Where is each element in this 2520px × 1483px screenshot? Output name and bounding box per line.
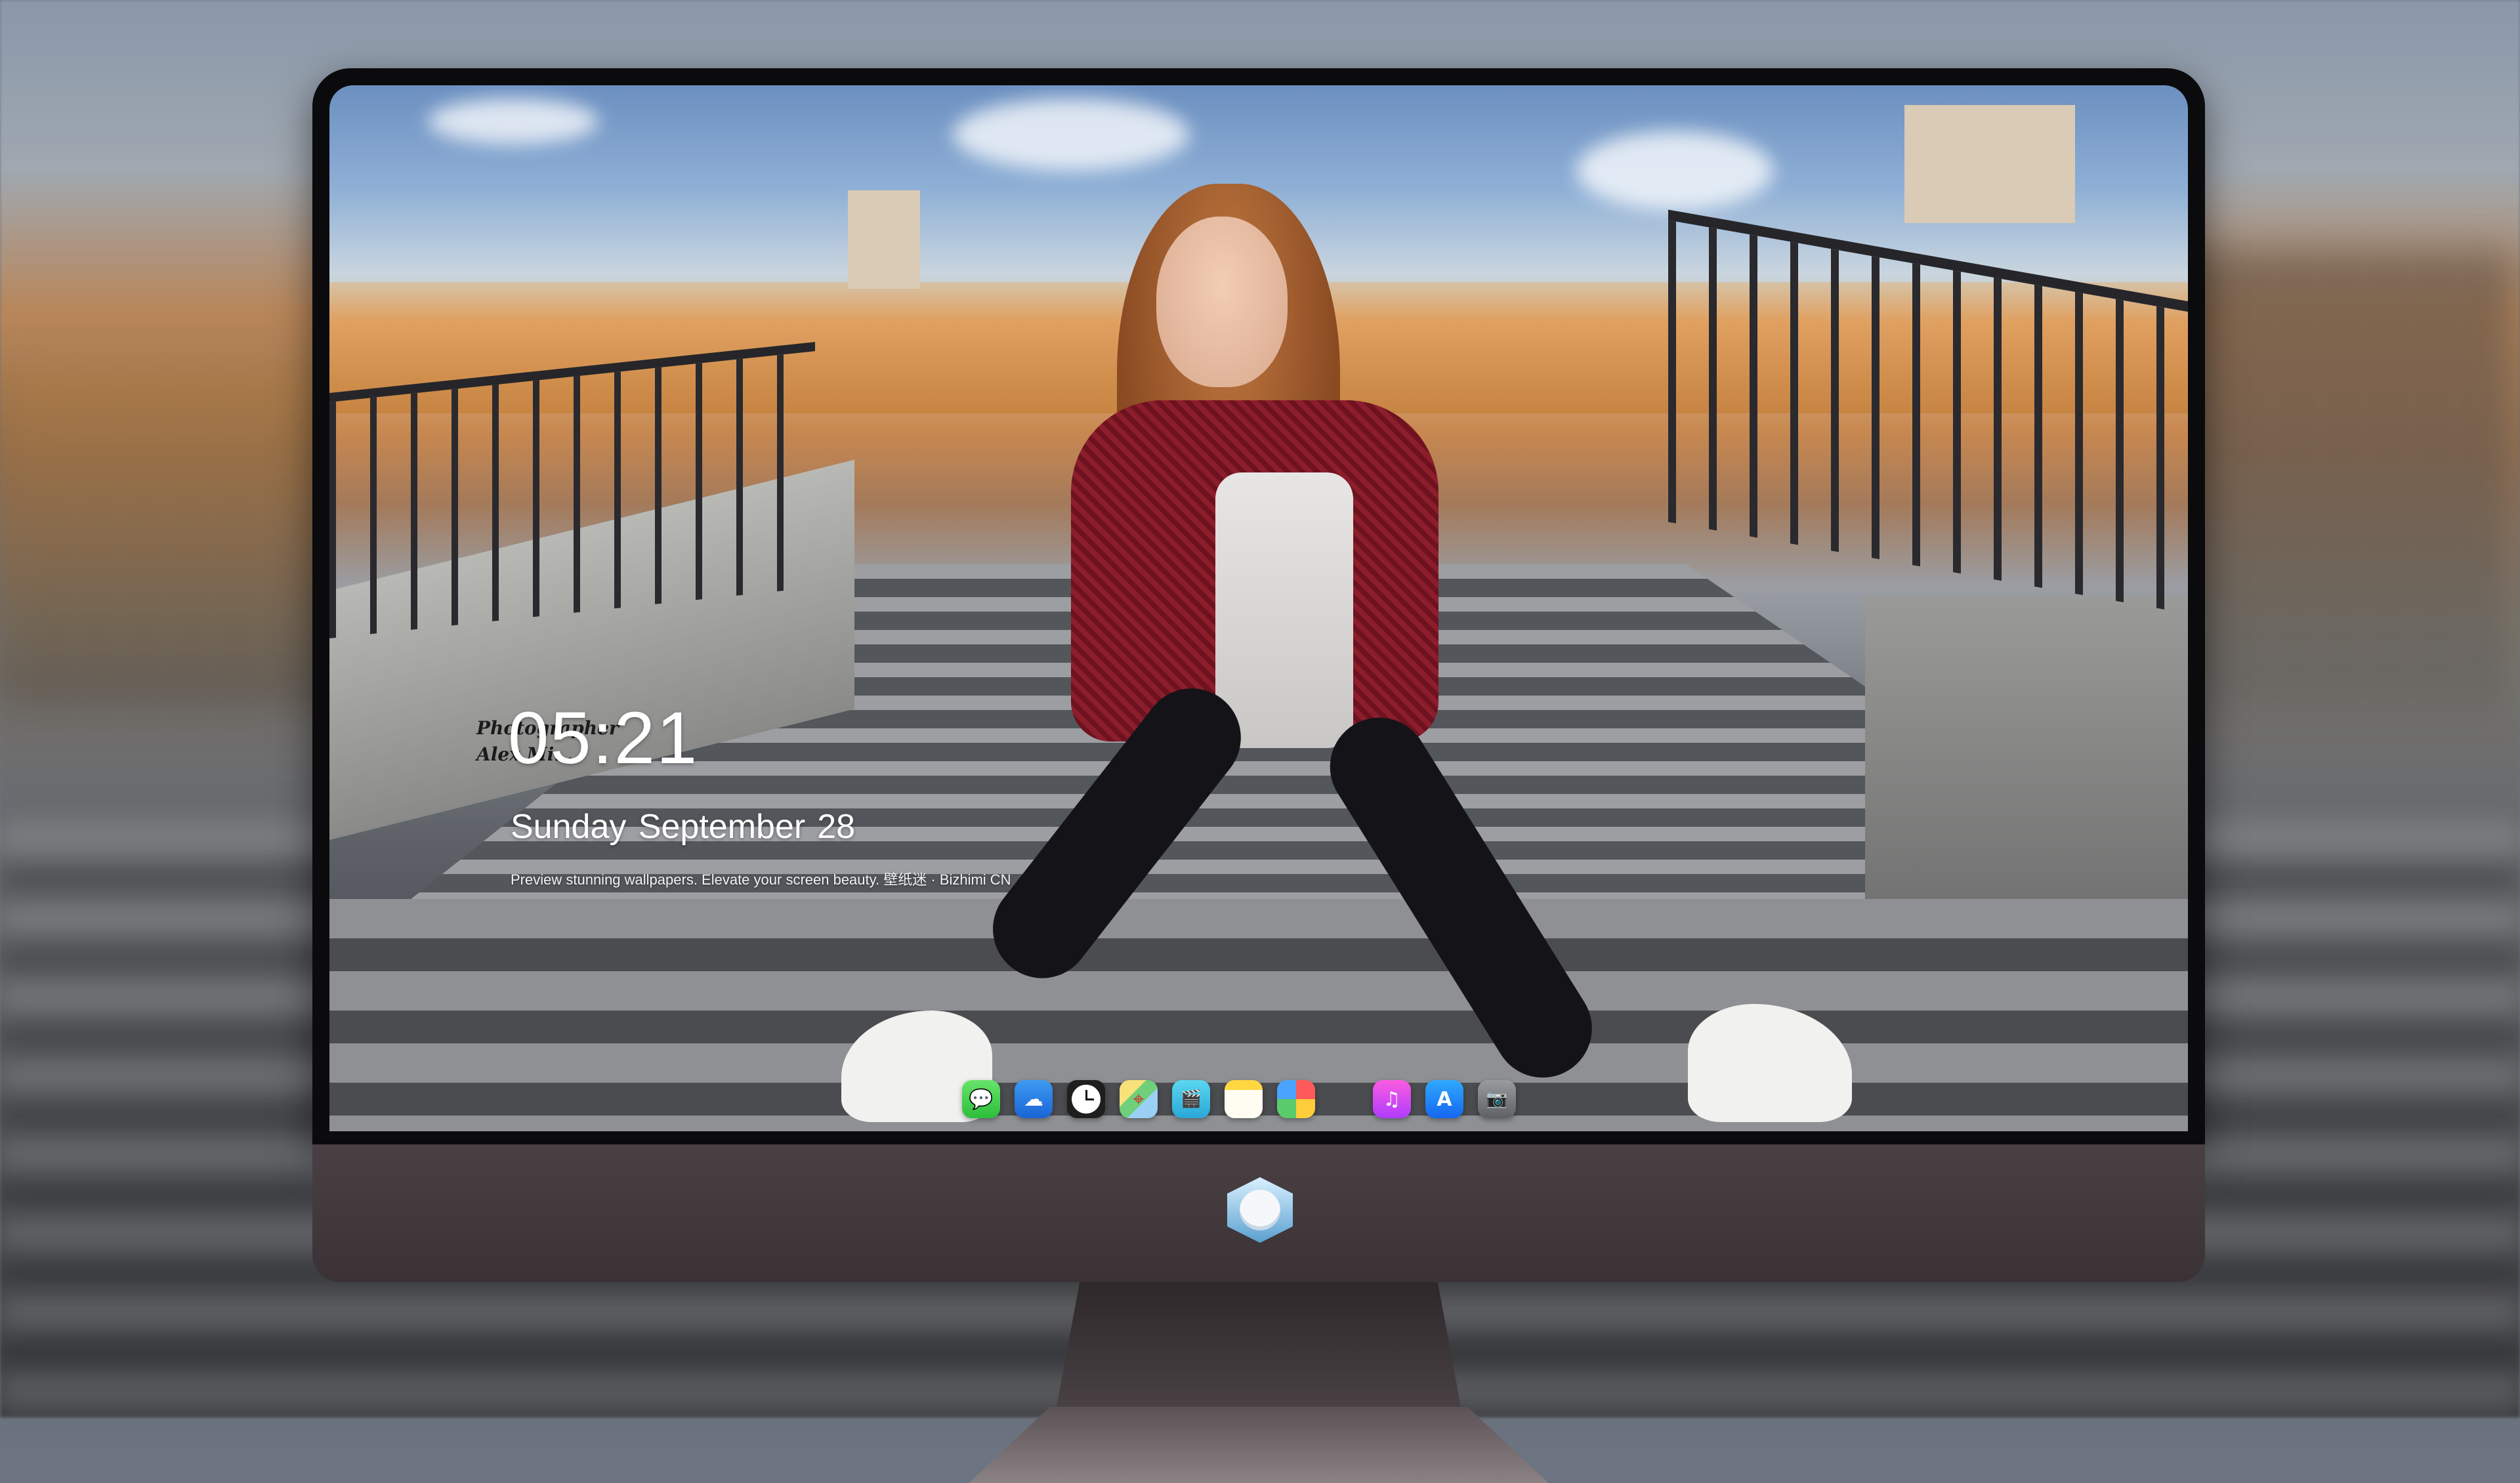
clips-icon[interactable]: 🎬 — [1172, 1080, 1210, 1118]
clock-icon[interactable] — [1067, 1080, 1105, 1118]
monitor-stand-base — [969, 1407, 1549, 1483]
monitor-stand-neck — [1055, 1282, 1462, 1413]
blurred-railing-left — [0, 367, 341, 709]
lock-clock: 05:21 — [508, 697, 699, 779]
blurred-railing-right — [2152, 249, 2520, 709]
shirt — [1215, 472, 1353, 748]
wallpaper-person — [329, 85, 2188, 1131]
dock: 💬 ☁ ⌖ 🎬 ♫ A 📷 — [962, 1070, 1559, 1129]
leg-right — [1311, 699, 1611, 1097]
lock-screen[interactable]: Photographer Alex Mi... 05:21 Sunday Sep… — [329, 85, 2188, 1131]
wallpaper-tagline: Preview stunning wallpapers. Elevate you… — [511, 871, 1011, 888]
monitor: Photographer Alex Mi... 05:21 Sunday Sep… — [312, 68, 2205, 1483]
date-weekday-month: Sunday September — [511, 808, 806, 846]
lock-date: Sunday September 28 — [511, 806, 855, 848]
app-store-icon[interactable]: A — [1425, 1080, 1463, 1118]
music-icon[interactable]: ♫ — [1373, 1080, 1411, 1118]
maps-icon[interactable]: ⌖ — [1120, 1080, 1158, 1118]
camera-icon[interactable]: 📷 — [1478, 1080, 1516, 1118]
notes-icon[interactable] — [1225, 1080, 1263, 1118]
shoe-right — [1688, 1004, 1852, 1122]
face — [1156, 217, 1288, 387]
date-day: 28 — [817, 808, 856, 846]
messages-icon[interactable]: 💬 — [962, 1080, 1000, 1118]
photos-icon[interactable] — [1277, 1080, 1315, 1118]
monitor-bezel: Photographer Alex Mi... 05:21 Sunday Sep… — [312, 68, 2205, 1144]
weather-icon[interactable]: ☁ — [1015, 1080, 1053, 1118]
